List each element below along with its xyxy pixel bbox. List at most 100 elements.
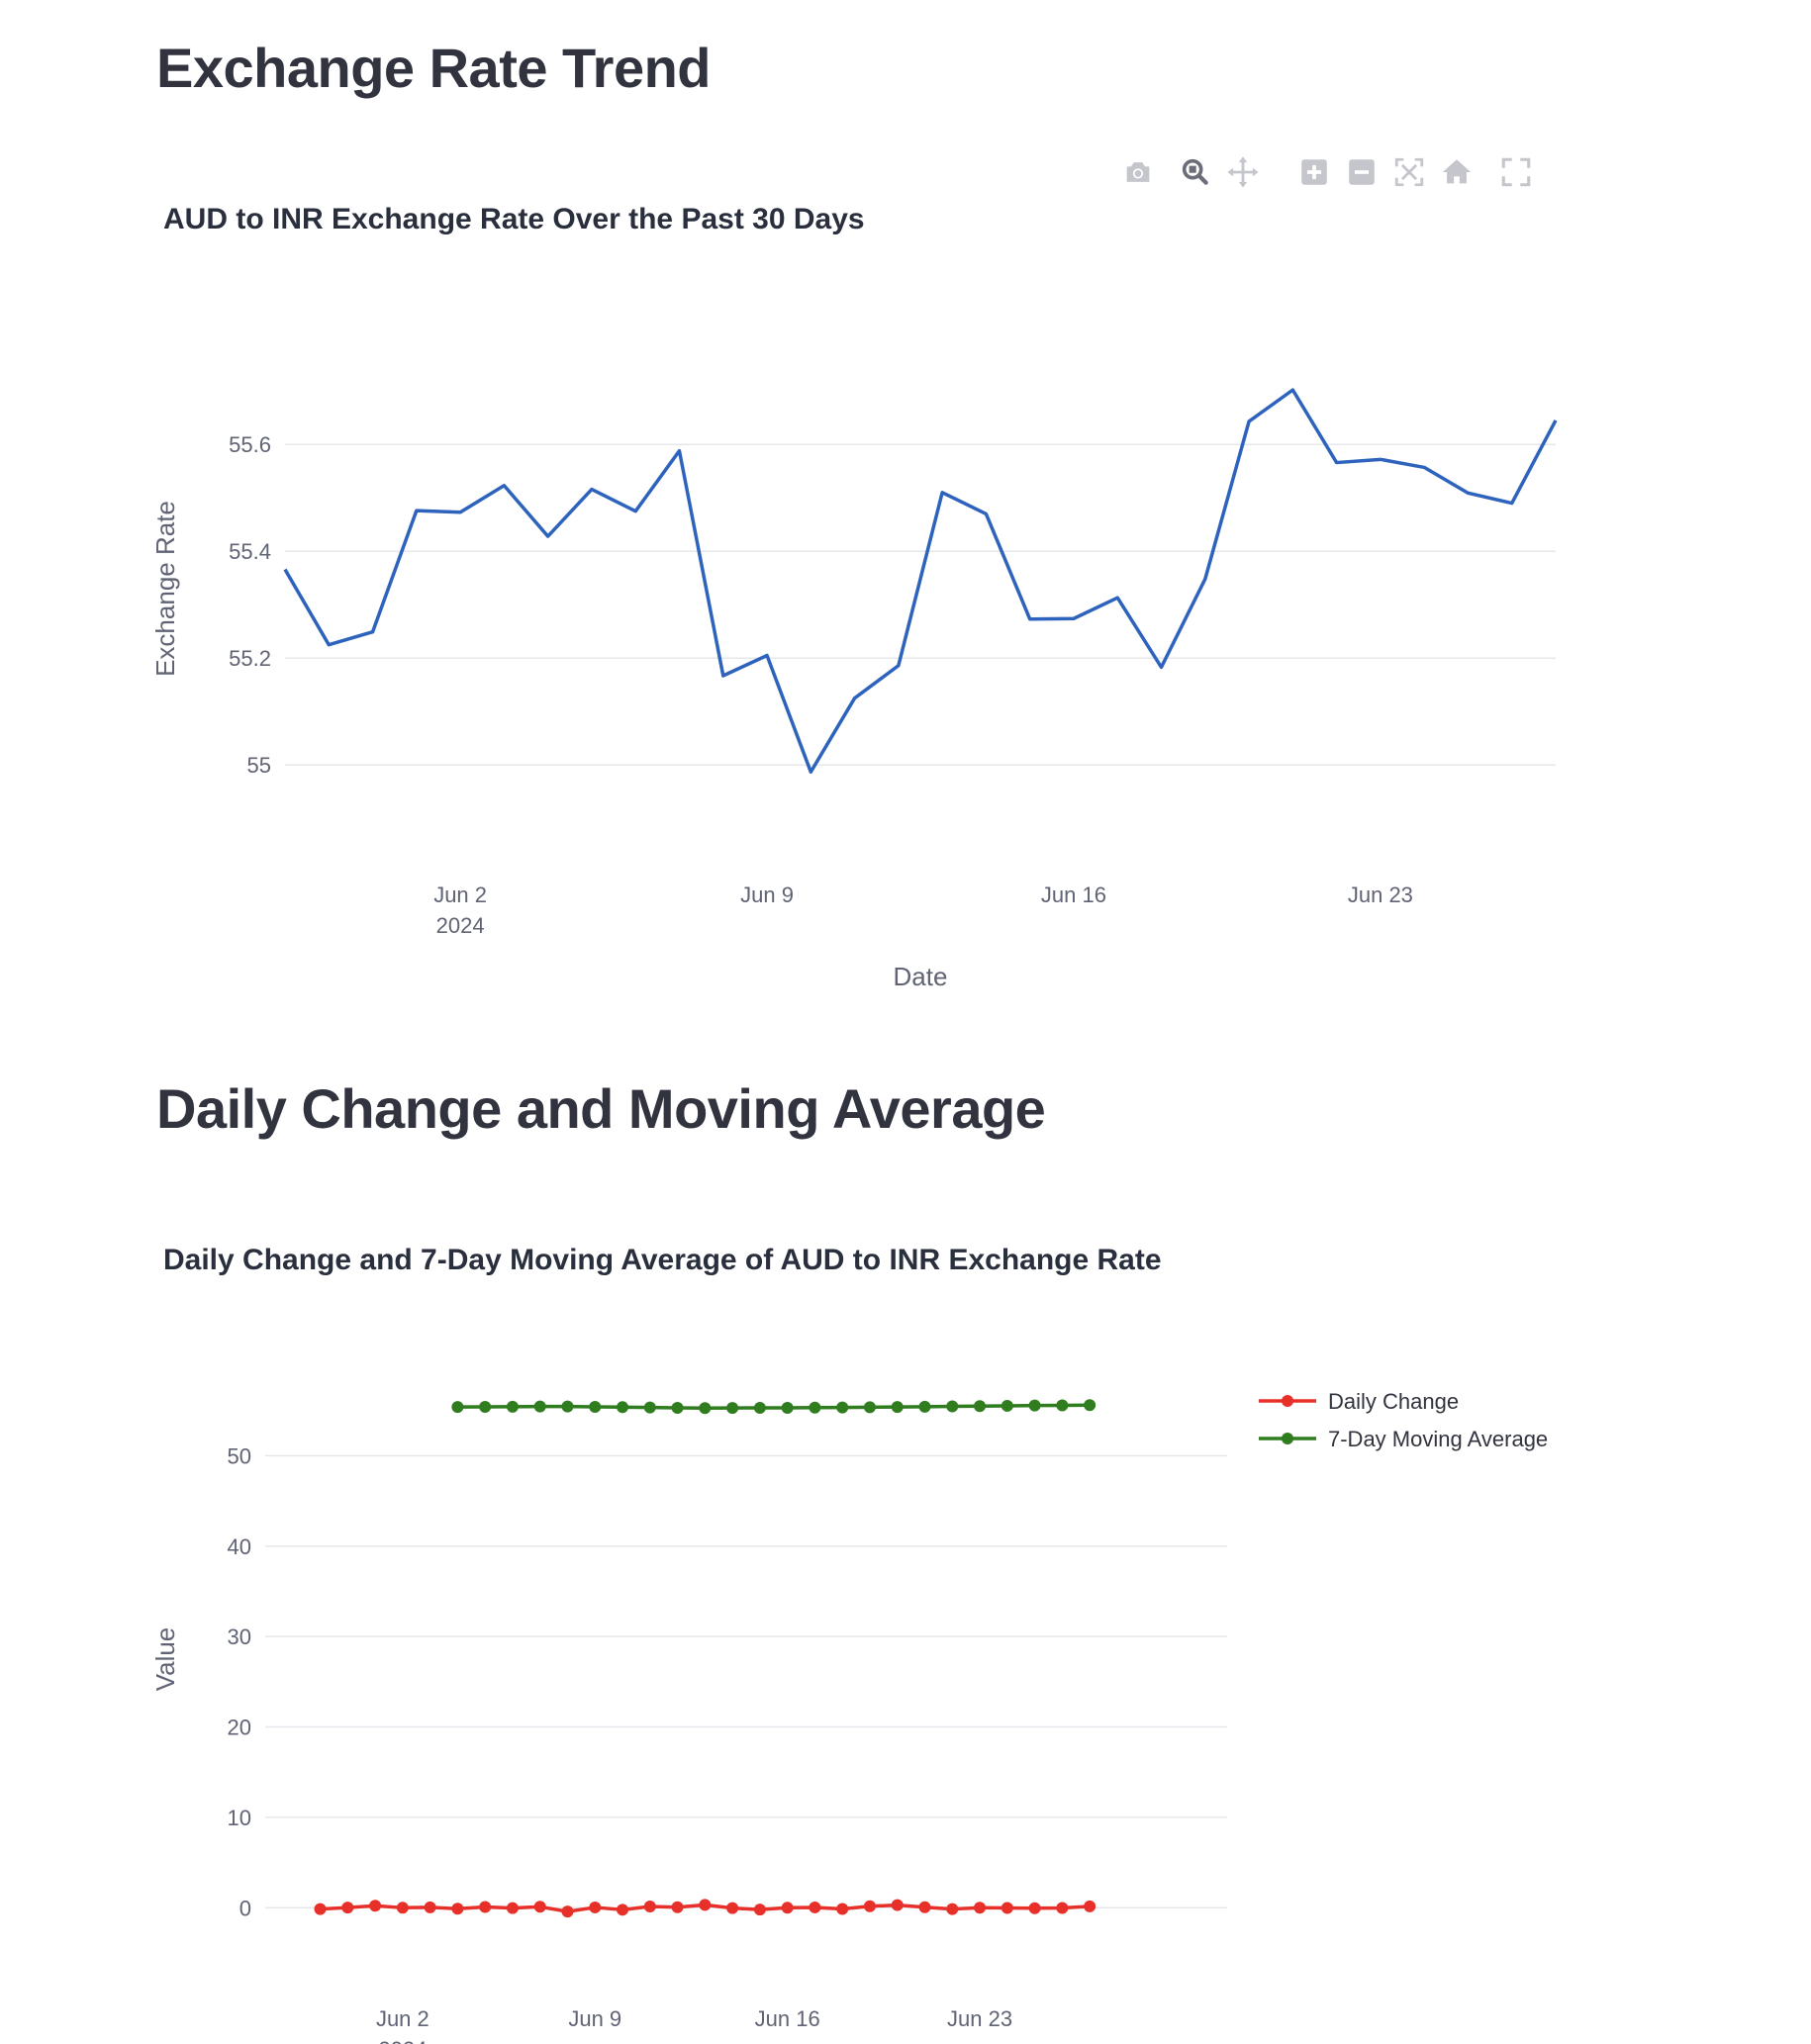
y-tick-label: 0 xyxy=(239,1896,251,1920)
fullscreen-button[interactable] xyxy=(1496,150,1536,194)
daily-change-point xyxy=(974,1902,987,1914)
fullscreen-icon xyxy=(1501,157,1531,187)
zoom-icon xyxy=(1182,158,1208,185)
7-day-moving-average-point xyxy=(1001,1399,1013,1412)
daily-change-point xyxy=(1056,1902,1069,1914)
series-line xyxy=(283,388,1558,774)
x-tick-label: Jun 9 xyxy=(568,2006,621,2031)
page-title-exchange-rate-trend: Exchange Rate Trend xyxy=(156,37,712,99)
daily-change-point xyxy=(1028,1902,1041,1914)
7-day-moving-average-point xyxy=(617,1401,629,1414)
y-axis-title: Exchange Rate xyxy=(150,501,180,677)
7-day-moving-average-point xyxy=(836,1401,849,1414)
zoom-in-icon xyxy=(1301,159,1327,185)
autoscale-icon xyxy=(1394,157,1424,187)
7-day-moving-average-point xyxy=(451,1401,464,1414)
7-day-moving-average-point xyxy=(1056,1399,1069,1412)
y-tick-label: 55 xyxy=(247,753,271,778)
daily-change-point xyxy=(891,1899,904,1911)
daily-change-point xyxy=(781,1902,794,1914)
reset-axes-button[interactable] xyxy=(1437,150,1477,194)
x-tick-label: Jun 16 xyxy=(755,2006,820,2031)
page-title-daily-change: Daily Change and Moving Average xyxy=(156,1077,1046,1140)
daily-change-point xyxy=(671,1901,684,1913)
daily-change-point xyxy=(589,1901,602,1913)
pan-icon xyxy=(1227,156,1259,188)
y-tick-label: 40 xyxy=(228,1534,251,1559)
daily-change-point xyxy=(479,1901,492,1913)
daily-change-point xyxy=(809,1901,821,1913)
x-tick-label: Jun 2 xyxy=(433,883,487,907)
legend-label-daily-change: Daily Change xyxy=(1328,1389,1459,1414)
7-day-moving-average-point xyxy=(533,1400,546,1413)
7-day-moving-average-point xyxy=(809,1401,821,1414)
y-tick-label: 55.6 xyxy=(229,432,271,457)
daily-change-point xyxy=(1001,1902,1013,1914)
7-day-moving-average-point xyxy=(671,1401,684,1414)
7-day-moving-average-point xyxy=(946,1400,959,1413)
pan-button[interactable] xyxy=(1223,150,1263,194)
daily-change-point xyxy=(946,1903,959,1915)
x-tick-label: Jun 23 xyxy=(947,2006,1012,2031)
7-day-moving-average-point xyxy=(561,1400,574,1413)
daily-change-point xyxy=(314,1903,327,1915)
daily-change-point xyxy=(863,1900,876,1912)
7-day-moving-average-point xyxy=(753,1402,766,1415)
download-plot-button[interactable] xyxy=(1118,150,1158,194)
7-day-moving-average-point xyxy=(726,1402,739,1415)
exchange-rate-line-chart[interactable]: 55 55.2 55.4 55.6 Jun 2 2024 Jun 9 Jun 16 Jun 23… xyxy=(0,228,1811,1019)
daily-change-point xyxy=(699,1899,712,1911)
legend-marker-7-day-moving-average xyxy=(1282,1433,1293,1444)
y-tick-label: 20 xyxy=(228,1716,251,1740)
daily-change-point xyxy=(506,1902,519,1914)
zoom-button[interactable] xyxy=(1176,150,1215,194)
y-tick-label: 55.2 xyxy=(229,646,271,671)
7-day-moving-average-point xyxy=(506,1400,519,1413)
daily-change-point xyxy=(753,1904,766,1916)
7-day-moving-average-point xyxy=(974,1400,987,1413)
x-tick-label: Jun 9 xyxy=(740,883,794,907)
y-tick-label: 55.4 xyxy=(229,539,271,564)
daily-change-point xyxy=(533,1901,546,1913)
7-day-moving-average-point xyxy=(863,1401,876,1414)
y-tick-label: 10 xyxy=(228,1806,251,1830)
daily-change-point xyxy=(451,1903,464,1915)
daily-change-point xyxy=(424,1901,436,1913)
daily-change-point xyxy=(396,1902,409,1914)
7-day-moving-average-point xyxy=(699,1402,712,1415)
legend-label-7-day-moving-average: 7-Day Moving Average xyxy=(1328,1427,1548,1451)
autoscale-button[interactable] xyxy=(1389,150,1429,194)
y-tick-label: 30 xyxy=(228,1625,251,1649)
zoom-in-button[interactable] xyxy=(1294,150,1334,194)
y-axis-title: Value xyxy=(150,1627,180,1692)
camera-icon xyxy=(1126,162,1150,182)
daily-change-point xyxy=(918,1901,931,1913)
daily-change-point xyxy=(561,1905,574,1918)
daily-change-point xyxy=(341,1902,354,1914)
7-day-moving-average-point xyxy=(479,1400,492,1413)
x-axis-title: Date xyxy=(894,962,948,991)
daily-change-point xyxy=(617,1904,629,1916)
x-tick-label: Jun 16 xyxy=(1041,883,1106,907)
7-day-moving-average-point xyxy=(1028,1399,1041,1412)
zoom-out-icon xyxy=(1349,159,1375,185)
7-day-moving-average-point xyxy=(891,1401,904,1414)
chart-modebar xyxy=(1118,150,1554,194)
x-tick-year-label: 2024 xyxy=(436,913,485,938)
7-day-moving-average-point xyxy=(643,1401,656,1414)
home-icon xyxy=(1442,159,1472,184)
7-day-moving-average-point xyxy=(1084,1399,1096,1412)
x-tick-year-label: 2024 xyxy=(378,2037,427,2044)
zoom-out-button[interactable] xyxy=(1342,150,1382,194)
legend-marker-daily-change xyxy=(1282,1395,1293,1407)
daily-change-point xyxy=(369,1900,382,1912)
daily-change-moving-average-chart[interactable]: 01020304050Jun 22024Jun 9Jun 16Jun 23Dat… xyxy=(0,1306,1811,2044)
7-day-moving-average-point xyxy=(781,1401,794,1414)
7-day-moving-average-point xyxy=(589,1400,602,1413)
7-day-moving-average-point xyxy=(918,1400,931,1413)
daily-change-point xyxy=(726,1902,739,1914)
x-tick-label: Jun 23 xyxy=(1348,883,1413,907)
chart-title-daily-change: Daily Change and 7-Day Moving Average of… xyxy=(163,1244,1162,1276)
daily-change-point xyxy=(836,1903,849,1915)
y-tick-label: 50 xyxy=(228,1443,251,1468)
